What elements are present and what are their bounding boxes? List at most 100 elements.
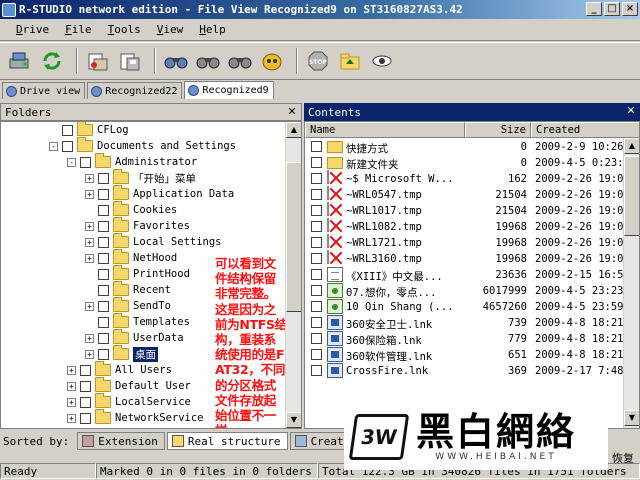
tree-item-selected[interactable]: + 桌面 [85,345,158,362]
folders-scrollbar[interactable]: ▲ ▼ [285,122,301,428]
checkbox[interactable] [62,124,73,136]
checkbox[interactable] [311,205,322,216]
tree-item[interactable]: CFLog [49,122,129,138]
tree-item[interactable]: + UserData [85,329,184,346]
tree-item[interactable]: Templates [85,313,190,330]
scroll-down-icon[interactable]: ▼ [286,412,301,428]
tree-item[interactable]: + LocalService [67,393,191,410]
tree-item[interactable]: + SendTo [85,297,171,314]
checkbox[interactable] [311,157,322,168]
tree-item[interactable]: + NetHood [85,249,177,266]
tab-sort-extension[interactable]: Extension [77,432,165,450]
checkbox[interactable] [98,348,109,360]
checkbox[interactable] [80,156,91,168]
contents-scrollbar[interactable]: ▲ ▼ [623,138,639,428]
tab-drive-view[interactable]: Drive view [2,82,86,99]
tree-item[interactable]: + All Users [67,361,172,378]
checkbox[interactable] [98,172,109,184]
tree-item[interactable]: + Application Data [85,185,234,202]
checkbox[interactable] [311,365,322,376]
up-folder-button[interactable] [336,47,364,75]
scroll-thumb[interactable] [286,162,301,312]
checkbox[interactable] [62,140,73,152]
scroll-thumb[interactable] [624,156,639,236]
file-row[interactable]: 快捷方式 0 2009-2-9 10:26: [305,139,630,155]
checkbox[interactable] [98,316,109,328]
folders-tree[interactable]: CFLog - Documents and Settings - Administr… [0,121,302,429]
file-row[interactable]: 360软件管理.lnk 651 2009-4-8 18:21 [305,347,625,363]
checkbox[interactable] [98,300,109,312]
expand-icon[interactable]: + [85,349,94,359]
tree-item[interactable]: + Local Settings [85,233,222,250]
stop-button[interactable]: STOP [304,47,332,75]
tree-item[interactable]: Cookies [85,201,177,218]
column-size[interactable]: Size [465,122,531,138]
tab-recognized9[interactable]: Recognized9 [184,81,274,99]
checkbox[interactable] [80,412,91,424]
expand-icon[interactable]: + [85,333,94,343]
file-row[interactable]: 新建文件夹 0 2009-4-5 0:23:5 [305,155,630,171]
tab-recognized22[interactable]: Recognized22 [87,82,183,99]
collapse-icon[interactable]: - [67,157,76,167]
file-row[interactable]: ~WRL1721.tmp 19968 2009-2-26 19:0 [305,234,625,251]
find-previous-button[interactable] [226,47,254,75]
expand-icon[interactable]: + [67,365,76,375]
column-name[interactable]: Name [305,122,465,138]
tree-item[interactable]: + 「开始」菜单 [85,169,196,186]
contents-list[interactable]: Name Size Created 快捷方式 0 2009-2-9 10:26: 新建… [304,121,640,429]
expand-icon[interactable]: + [85,189,94,199]
maximize-button[interactable]: □ [604,2,620,16]
checkbox[interactable] [80,380,91,392]
scroll-down-icon[interactable]: ▼ [624,410,639,426]
checkbox[interactable] [98,188,109,200]
tab-sort-real-structure[interactable]: Real structure [166,432,288,450]
scroll-up-icon[interactable]: ▲ [624,138,639,154]
expand-icon[interactable]: + [85,253,94,263]
checkbox[interactable] [98,332,109,344]
checkbox[interactable] [311,237,322,248]
tree-item[interactable]: + Favorites [85,217,190,234]
checkbox[interactable] [311,317,322,328]
find-button[interactable] [162,47,190,75]
menu-view[interactable]: View [149,23,192,36]
expand-icon[interactable]: + [85,221,94,231]
checkbox[interactable] [80,364,91,376]
checkbox[interactable] [311,173,322,184]
checkbox[interactable] [311,349,322,360]
file-row[interactable]: 360安全卫士.lnk 739 2009-4-8 18:21 [305,315,625,331]
open-file-button[interactable] [84,47,112,75]
column-created[interactable]: Created [531,122,639,138]
file-row[interactable]: ~WRL1017.tmp 21504 2009-2-26 19:0 [305,202,625,219]
checkbox[interactable] [311,189,322,200]
checkbox[interactable] [80,396,91,408]
expand-icon[interactable]: + [67,381,76,391]
checkbox[interactable] [311,221,322,232]
menu-drive[interactable]: Drive [8,23,57,36]
checkbox[interactable] [98,252,109,264]
tree-item[interactable]: + Default User [67,377,191,394]
contents-close-icon[interactable]: ✕ [625,105,637,117]
scroll-up-icon[interactable]: ▲ [286,122,301,138]
tree-item[interactable]: - Administrator [67,153,197,170]
checkbox[interactable] [311,141,322,152]
expand-icon[interactable]: + [85,237,94,247]
expand-icon[interactable]: + [85,173,94,183]
checkbox[interactable] [98,220,109,232]
close-button[interactable]: × [622,2,638,16]
tree-item[interactable]: - Documents and Settings [49,137,236,154]
tree-item[interactable]: Recent [85,281,171,298]
menu-file[interactable]: File [57,23,100,36]
preview-button[interactable] [368,47,396,75]
tree-item[interactable]: + NetworkService [67,409,204,426]
checkbox[interactable] [311,269,322,280]
refresh-button[interactable] [38,47,66,75]
checkbox[interactable] [98,204,109,216]
file-row[interactable]: ~$ Microsoft W... 162 2009-2-26 19:0 [305,170,625,187]
file-row[interactable]: 10 Qin Shang (... 4657260 2009-4-5 23:59 [305,299,625,315]
expand-icon[interactable]: + [67,397,76,407]
file-row[interactable]: CrossFire.lnk 369 2009-2-17 7:48 [305,363,625,379]
checkbox[interactable] [98,268,109,280]
file-row[interactable]: ~WRL0547.tmp 21504 2009-2-26 19:0 [305,186,625,203]
expand-icon[interactable]: + [85,301,94,311]
connect-drive-button[interactable] [6,47,34,75]
